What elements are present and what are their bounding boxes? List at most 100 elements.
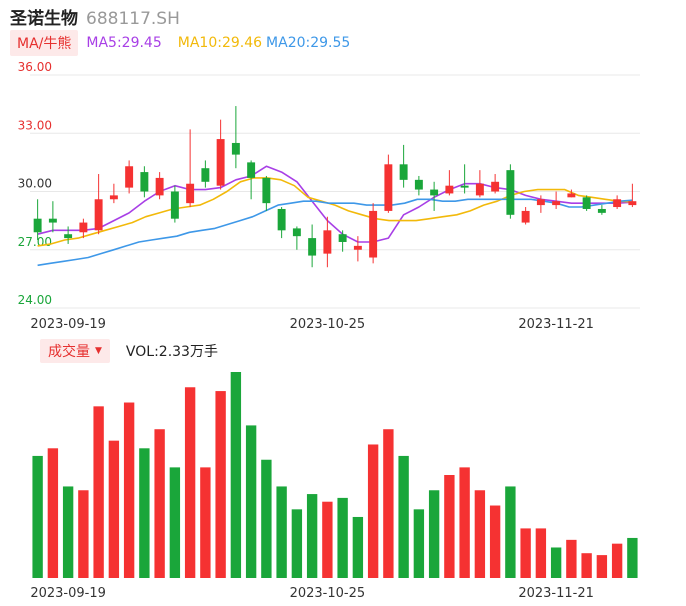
candle: [521, 207, 530, 225]
candle: [445, 170, 454, 196]
candle-body: [369, 210, 378, 258]
volume-bar: [32, 455, 43, 578]
volume-x-axis: 2023-09-19 2023-10-25 2023-11-21: [30, 586, 594, 601]
y-tick-label: 30.00: [18, 177, 52, 191]
candle: [140, 166, 149, 198]
candle-body: [338, 234, 347, 242]
candle-body: [109, 195, 118, 200]
volume-bar: [169, 467, 181, 578]
x-tick-label: 2023-11-21: [518, 317, 594, 332]
volume-bar: [322, 501, 333, 578]
volume-bar: [47, 448, 59, 578]
candle-body: [201, 168, 210, 182]
candle-body: [64, 234, 73, 239]
candle: [475, 170, 484, 198]
volume-bar: [337, 497, 348, 578]
candle-body: [277, 208, 286, 231]
candle: [460, 164, 469, 194]
price-grid: [30, 74, 640, 309]
volume-bar: [566, 539, 577, 578]
candle: [155, 172, 164, 200]
candle-body: [475, 183, 484, 196]
stock-chart[interactable]: 36.0033.0030.0027.0024.00 2023-09-19 2023…: [0, 0, 686, 606]
candle-body: [155, 177, 164, 196]
volume-bar: [550, 547, 562, 578]
volume-bar: [413, 509, 425, 578]
volume-bar: [93, 406, 104, 578]
volume-bar: [154, 429, 165, 578]
candle-body: [582, 197, 591, 209]
ma-line-ma10: [37, 177, 633, 247]
candle: [338, 230, 347, 252]
candle: [48, 201, 57, 233]
candle: [109, 183, 118, 204]
candle: [369, 203, 378, 264]
candle: [506, 164, 515, 219]
candle-body: [460, 185, 469, 188]
candle: [201, 160, 210, 188]
volume-bar: [367, 444, 379, 578]
y-tick-label: 33.00: [18, 118, 52, 132]
y-tick-label: 24.00: [18, 293, 52, 307]
volume-bar: [62, 486, 74, 578]
candle: [323, 216, 332, 268]
volume-bar: [261, 459, 272, 578]
x-tick-label: 2023-09-19: [30, 586, 106, 601]
volume-bar: [611, 543, 623, 578]
candle: [597, 205, 606, 215]
x-tick-label: 2023-09-19: [30, 317, 106, 332]
candle-body: [323, 230, 332, 254]
candle: [582, 195, 591, 211]
volume-bar: [184, 387, 196, 578]
volume-bar: [123, 402, 135, 578]
volume-bar: [276, 486, 287, 578]
volume-bar: [581, 553, 592, 578]
candle-body: [506, 170, 515, 215]
candle-body: [262, 177, 271, 204]
volume-bar: [474, 490, 486, 578]
candle-body: [414, 179, 423, 190]
volume-bar: [535, 528, 547, 578]
candle: [64, 226, 73, 244]
price-x-axis: 2023-09-19 2023-10-25 2023-11-21: [30, 317, 594, 332]
x-tick-label: 2023-10-25: [290, 586, 366, 601]
volume-bar: [459, 467, 470, 578]
volume-bar: [230, 372, 242, 578]
candle: [384, 154, 393, 213]
volume-bar: [139, 448, 150, 578]
candle-body: [445, 185, 454, 194]
candle-body: [353, 245, 362, 250]
candle-body: [613, 199, 622, 208]
volume-bar: [352, 516, 364, 578]
volume-bar: [215, 391, 226, 578]
candle-body: [292, 228, 301, 237]
candle-body: [399, 164, 408, 180]
volume-bar: [627, 537, 638, 578]
candle: [94, 174, 103, 235]
volume-bars: [32, 372, 638, 578]
volume-bar: [306, 494, 318, 578]
candle: [277, 207, 286, 239]
candle: [231, 106, 240, 169]
candle-body: [628, 201, 637, 206]
candle-body: [170, 191, 179, 219]
candle-body: [79, 222, 88, 233]
candle-body: [125, 166, 134, 188]
candle-body: [430, 189, 439, 196]
volume-bar: [505, 486, 516, 578]
candle: [262, 175, 271, 211]
candle: [628, 183, 637, 208]
candle-body: [216, 139, 225, 186]
price-y-axis: 36.00 33.00 30.00 27.00 24.00: [18, 60, 52, 307]
volume-bar: [291, 509, 303, 578]
volume-bar: [245, 425, 257, 578]
x-tick-label: 2023-10-25: [290, 317, 366, 332]
y-tick-label: 27.00: [18, 235, 52, 249]
candle-body: [186, 183, 195, 204]
volume-bar: [398, 455, 409, 578]
candle-body: [384, 164, 393, 211]
candle: [399, 144, 408, 188]
candle-body: [94, 199, 103, 231]
candle: [613, 195, 622, 209]
candle: [186, 129, 195, 208]
